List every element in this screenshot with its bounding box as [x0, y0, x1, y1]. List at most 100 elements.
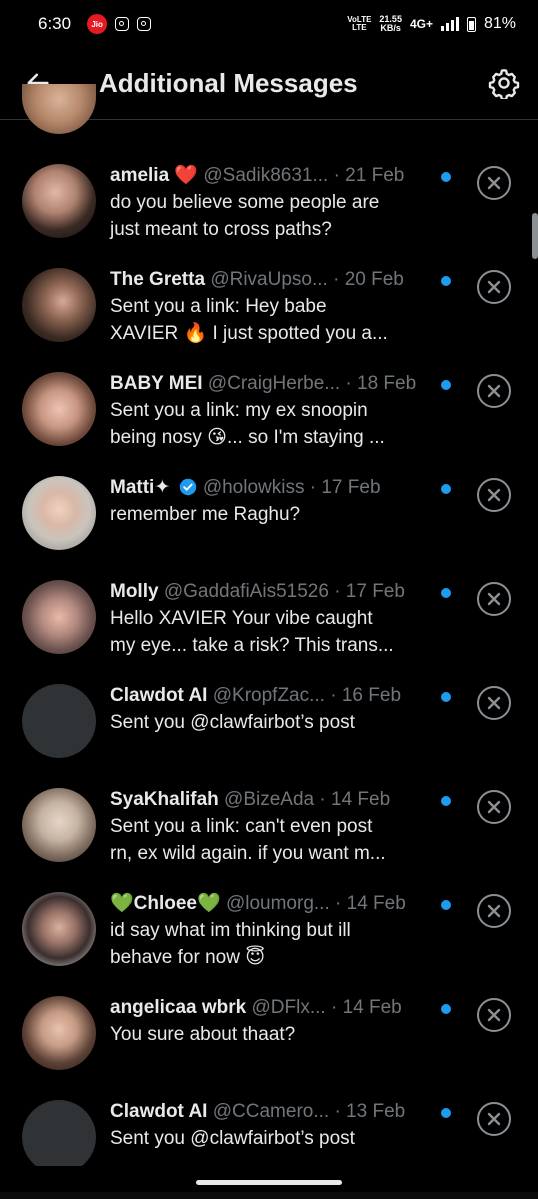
sender-name: Clawdot AI: [110, 1101, 208, 1122]
message-header: The Gretta @RivaUpso... · 20 Feb: [110, 267, 430, 293]
sender-handle: @Sadik8631...: [203, 165, 329, 186]
message-row[interactable]: angelicaa wbrk @DFlx... · 14 Feb You sur…: [0, 953, 538, 1070]
unread-indicator: [441, 588, 451, 598]
dismiss-button[interactable]: [477, 894, 511, 928]
close-icon: [487, 1008, 501, 1022]
sender-name: angelicaa wbrk: [110, 997, 247, 1018]
battery-percentage: 81%: [483, 15, 516, 32]
sender-name: 💚Chloee💚: [110, 893, 221, 914]
close-icon: [487, 176, 501, 190]
sender-name: The Gretta: [110, 269, 206, 290]
message-header: Clawdot AI @KropfZac... · 16 Feb: [110, 683, 430, 709]
message-row[interactable]: The Gretta @RivaUpso... · 20 Feb Sent yo…: [0, 225, 538, 344]
status-bar-right: VoLTE LTE 21.55 KB/s 4G+ 81%: [347, 15, 516, 33]
message-request-list: amelia ❤️ @Sadik8631... · 21 Feb do you …: [0, 121, 538, 1166]
message-date: · 14 Feb: [319, 789, 391, 810]
unread-indicator: [441, 1108, 451, 1118]
message-date: · 14 Feb: [335, 893, 406, 914]
close-icon: [487, 904, 501, 918]
status-time: 6:30: [38, 14, 72, 33]
message-preview: You sure about thaat?: [110, 1024, 296, 1045]
battery-icon: [466, 16, 476, 32]
unread-indicator: [441, 692, 451, 702]
message-date: · 14 Feb: [330, 997, 402, 1018]
dismiss-button[interactable]: [477, 686, 511, 720]
scrollbar-thumb[interactable]: [532, 213, 538, 259]
sender-handle: @BizeAda: [224, 789, 315, 810]
unread-indicator: [441, 796, 451, 806]
volte-indicator-icon: VoLTE LTE: [347, 16, 371, 32]
message-date: · 17 Feb: [309, 477, 381, 498]
sender-handle: @CCamero...: [212, 1101, 330, 1122]
sender-handle: @RivaUpso...: [210, 269, 328, 290]
sender-handle: @KropfZac...: [212, 685, 325, 706]
close-icon: [487, 280, 501, 294]
message-row[interactable]: Clawdot AI @KropfZac... · 16 Feb Sent yo…: [0, 641, 538, 758]
message-row[interactable]: BABY MEI @CraigHerbe... · 18 Feb Sent yo…: [0, 329, 538, 448]
unread-indicator: [441, 1004, 451, 1014]
message-header: Clawdot AI @CCamero... · 13 Feb: [110, 1099, 430, 1125]
message-date: · 20 Feb: [333, 269, 404, 290]
dismiss-button[interactable]: [477, 790, 511, 824]
close-icon: [487, 1112, 501, 1126]
dismiss-button[interactable]: [477, 998, 511, 1032]
unread-indicator: [441, 172, 451, 182]
message-preview: Sent you @clawfairbot’s post: [110, 1128, 355, 1149]
sender-name: Molly: [110, 581, 159, 602]
sender-name: BABY MEI: [110, 373, 203, 394]
message-header: Matti✦ @holowkiss · 17 Feb: [110, 475, 430, 501]
dismiss-button[interactable]: [477, 582, 511, 616]
network-speed-unit: KB/s: [380, 23, 401, 33]
status-bar: 6:30 Jio VoLTE LTE 21.55 KB/s 4G+ 81%: [0, 0, 538, 48]
close-icon: [487, 384, 501, 398]
message-row[interactable]: Clawdot AI @CCamero... · 13 Feb Sent you…: [0, 1057, 538, 1166]
message-header: Molly @GaddafiAis51526 · 17 Feb: [110, 579, 430, 605]
dismiss-button[interactable]: [477, 166, 511, 200]
page-title: Additional Messages: [99, 68, 358, 98]
home-indicator[interactable]: [196, 1180, 342, 1185]
dismiss-button[interactable]: [477, 374, 511, 408]
gear-icon[interactable]: [488, 67, 520, 99]
dismiss-button[interactable]: [477, 1102, 511, 1136]
sender-handle: @CraigHerbe...: [207, 373, 341, 394]
message-preview: remember me Raghu?: [110, 504, 301, 525]
instagram-notification-icon: [115, 17, 130, 31]
message-date: · 21 Feb: [333, 165, 405, 186]
instagram-notification-icon: [137, 17, 152, 31]
message-header: amelia ❤️ @Sadik8631... · 21 Feb: [110, 163, 430, 189]
close-icon: [487, 696, 501, 710]
unread-indicator: [441, 484, 451, 494]
message-date: · 13 Feb: [334, 1101, 406, 1122]
signal-strength-icon: [440, 17, 459, 31]
message-row[interactable]: Matti✦ @holowkiss · 17 Feb remember me R…: [0, 433, 538, 550]
message-row[interactable]: SyaKhalifah @BizeAda · 14 Feb Sent you a…: [0, 745, 538, 864]
unread-indicator: [441, 900, 451, 910]
jio-carrier-icon: Jio: [87, 14, 108, 34]
message-date: · 17 Feb: [334, 581, 405, 602]
dismiss-button[interactable]: [477, 478, 511, 512]
sender-handle: @DFlx...: [251, 997, 326, 1018]
close-icon: [487, 488, 501, 502]
message-date: · 16 Feb: [330, 685, 402, 706]
avatar[interactable]: [22, 1100, 96, 1166]
network-speed: 21.55 KB/s: [379, 15, 402, 33]
sender-handle: @GaddafiAis51526: [163, 581, 329, 602]
sender-name: amelia ❤️: [110, 165, 199, 186]
message-row[interactable]: amelia ❤️ @Sadik8631... · 21 Feb do you …: [0, 121, 538, 240]
message-header: SyaKhalifah @BizeAda · 14 Feb: [110, 787, 430, 813]
unread-indicator: [441, 380, 451, 390]
close-icon: [487, 592, 501, 606]
message-row[interactable]: Molly @GaddafiAis51526 · 17 Feb Hello XA…: [0, 537, 538, 656]
message-row[interactable]: 💚Chloee💚 @loumorg... · 14 Feb id say wha…: [0, 849, 538, 968]
sender-name: SyaKhalifah: [110, 789, 219, 810]
dismiss-button[interactable]: [477, 270, 511, 304]
message-date: · 18 Feb: [345, 373, 417, 394]
message-header: 💚Chloee💚 @loumorg... · 14 Feb: [110, 891, 430, 917]
sender-name: Clawdot AI: [110, 685, 208, 706]
sender-handle: @holowkiss: [202, 477, 305, 498]
message-header: BABY MEI @CraigHerbe... · 18 Feb: [110, 371, 430, 397]
lte-label: LTE: [352, 23, 367, 32]
network-type: 4G+: [409, 17, 433, 31]
sender-handle: @loumorg...: [225, 893, 330, 914]
unread-indicator: [441, 276, 451, 286]
